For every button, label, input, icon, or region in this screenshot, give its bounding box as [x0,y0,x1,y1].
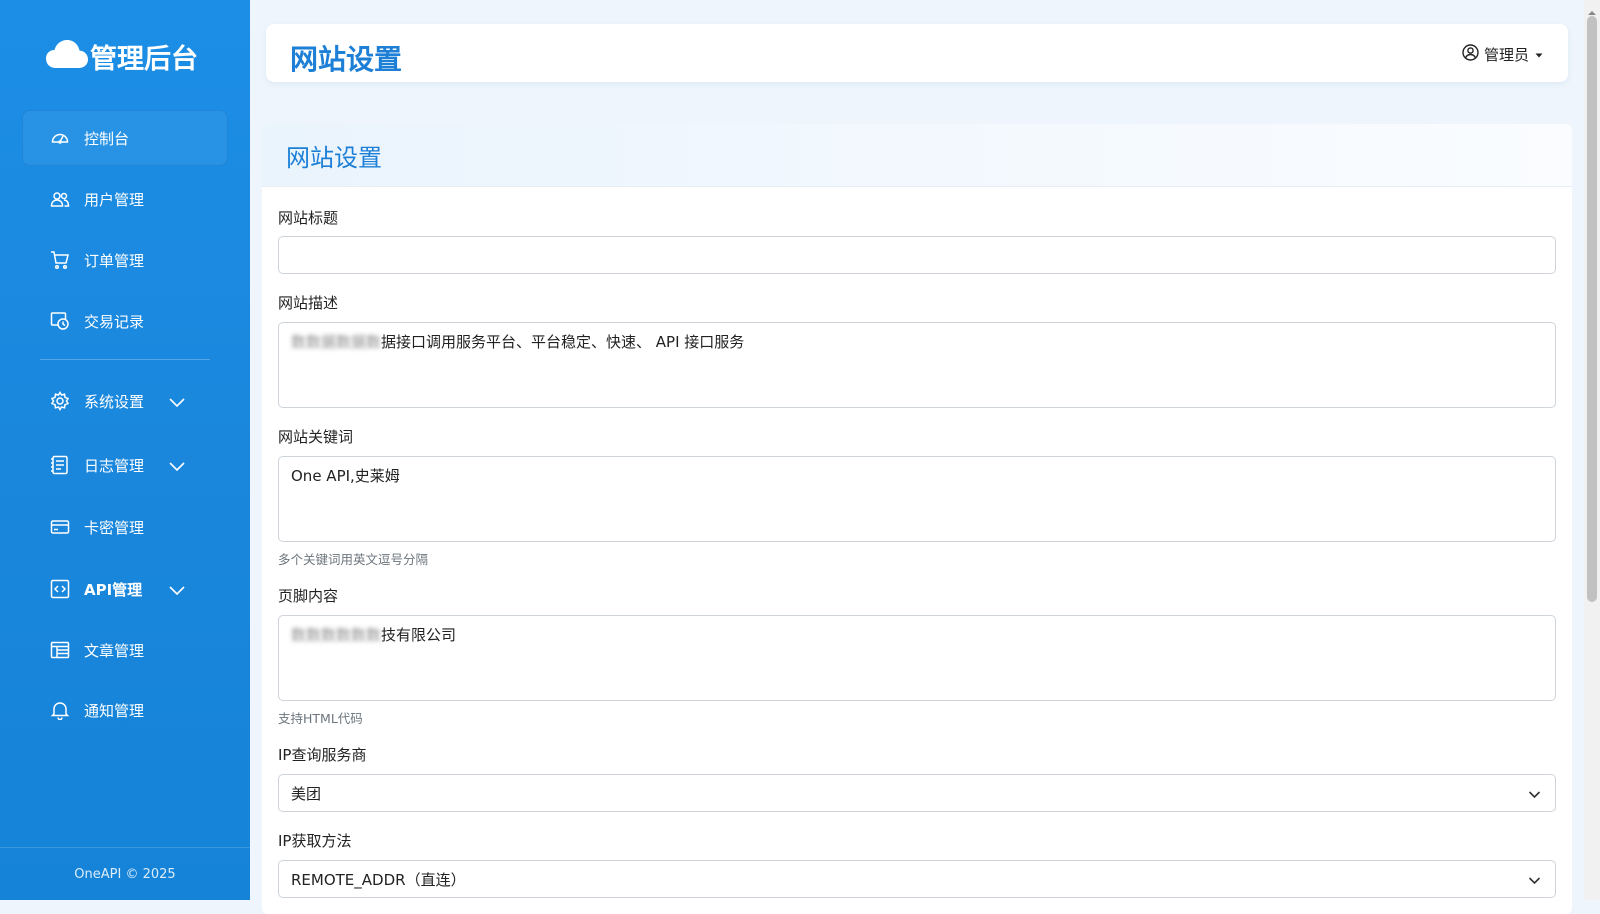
sidebar-item-transactions[interactable]: 交易记录 [22,293,228,349]
brand-title: 管理后台 [90,43,198,75]
sidebar-item-label: 用户管理 [84,190,145,209]
site-keywords-help: 多个关键词用英文逗号分隔 [278,552,429,567]
sidebar-item-label: 订单管理 [84,251,145,270]
sidebar-item-label: 交易记录 [84,312,145,331]
sidebar-divider [40,359,210,360]
footer-content-label: 页脚内容 [278,587,339,605]
cart-icon [50,250,70,270]
sidebar-item-label: 日志管理 [84,456,145,475]
chevron-down-icon [168,581,186,599]
sidebar-item-api[interactable]: API管理 [22,561,228,617]
sidebar-item-label: 通知管理 [84,701,145,720]
sidebar-footer: OneAPI © 2025 [0,847,250,900]
brand: 管理后台 [46,36,198,76]
redacted-text: 数数据数据数 [291,333,382,351]
sidebar-item-label: 控制台 [84,129,130,148]
ip-method-label: IP获取方法 [278,832,352,850]
sidebar-item-label: 卡密管理 [84,518,145,537]
transaction-icon [50,311,70,331]
article-icon [50,640,70,660]
ip-provider-value: 美团 [291,784,322,803]
sidebar-item-settings[interactable]: 系统设置 [22,373,228,429]
site-keywords-label: 网站关键词 [278,428,354,446]
user-menu[interactable]: 管理员 [1462,44,1544,65]
page-title: 网站设置 [290,43,403,76]
cloud-icon [46,39,88,73]
site-keywords-textarea[interactable]: One API,史莱姆 [278,456,1556,542]
settings-card: 网站设置 网站标题 网站描述 数数据数据数据接口调用服务平台、平台稳定、快速、 … [262,124,1572,914]
sidebar-item-cards[interactable]: 卡密管理 [22,499,228,555]
sidebar-item-logs[interactable]: 日志管理 [22,437,228,493]
chevron-down-icon [168,457,186,475]
sidebar-item-notifications[interactable]: 通知管理 [22,682,228,738]
site-keywords-value: One API,史莱姆 [291,467,400,485]
user-circle-icon [1462,44,1479,65]
ip-provider-select[interactable]: 美团 [278,774,1556,812]
sidebar-item-users[interactable]: 用户管理 [22,171,228,227]
footer-content-value: 技有限公司 [381,626,457,644]
api-icon [50,579,70,599]
chevron-down-icon [1528,873,1541,891]
card-title: 网站设置 [286,143,382,172]
ip-method-select[interactable]: REMOTE_ADDR（直连） [278,860,1556,898]
dashboard-icon [50,128,70,148]
chevron-down-icon [168,393,186,411]
scroll-up-arrow-icon[interactable] [1587,3,1597,15]
bell-icon [50,700,70,720]
sidebar: 管理后台 控制台 用户管理 订单管理 交易记录 系统设置 日志管理 卡密管理 A… [0,0,250,900]
sidebar-item-label: API管理 [84,580,143,599]
log-icon [50,455,70,475]
users-icon [50,189,70,209]
user-name: 管理员 [1483,46,1529,64]
sidebar-item-label: 系统设置 [84,392,145,411]
chevron-down-icon [1528,787,1541,805]
caret-down-icon [1534,46,1544,64]
site-desc-label: 网站描述 [278,294,339,312]
sidebar-item-articles[interactable]: 文章管理 [22,622,228,678]
footer-content-help: 支持HTML代码 [278,711,363,726]
ip-method-value: REMOTE_ADDR（直连） [291,870,466,889]
card-icon [50,517,70,537]
scrollbar-thumb[interactable] [1587,16,1597,602]
gear-icon [50,391,70,411]
site-title-input[interactable] [278,236,1556,274]
card-header: 网站设置 [262,124,1572,187]
sidebar-item-orders[interactable]: 订单管理 [22,232,228,288]
site-desc-value: 据接口调用服务平台、平台稳定、快速、 API 接口服务 [381,333,745,351]
sidebar-item-label: 文章管理 [84,641,145,660]
topbar: 网站设置 管理员 [266,24,1568,82]
ip-provider-label: IP查询服务商 [278,746,367,764]
sidebar-item-dashboard[interactable]: 控制台 [22,110,228,166]
site-desc-textarea[interactable]: 数数据数据数据接口调用服务平台、平台稳定、快速、 API 接口服务 [278,322,1556,408]
footer-content-textarea[interactable]: 数数数数数数技有限公司 [278,615,1556,701]
redacted-text: 数数数数数数 [291,626,382,644]
site-title-label: 网站标题 [278,209,339,227]
